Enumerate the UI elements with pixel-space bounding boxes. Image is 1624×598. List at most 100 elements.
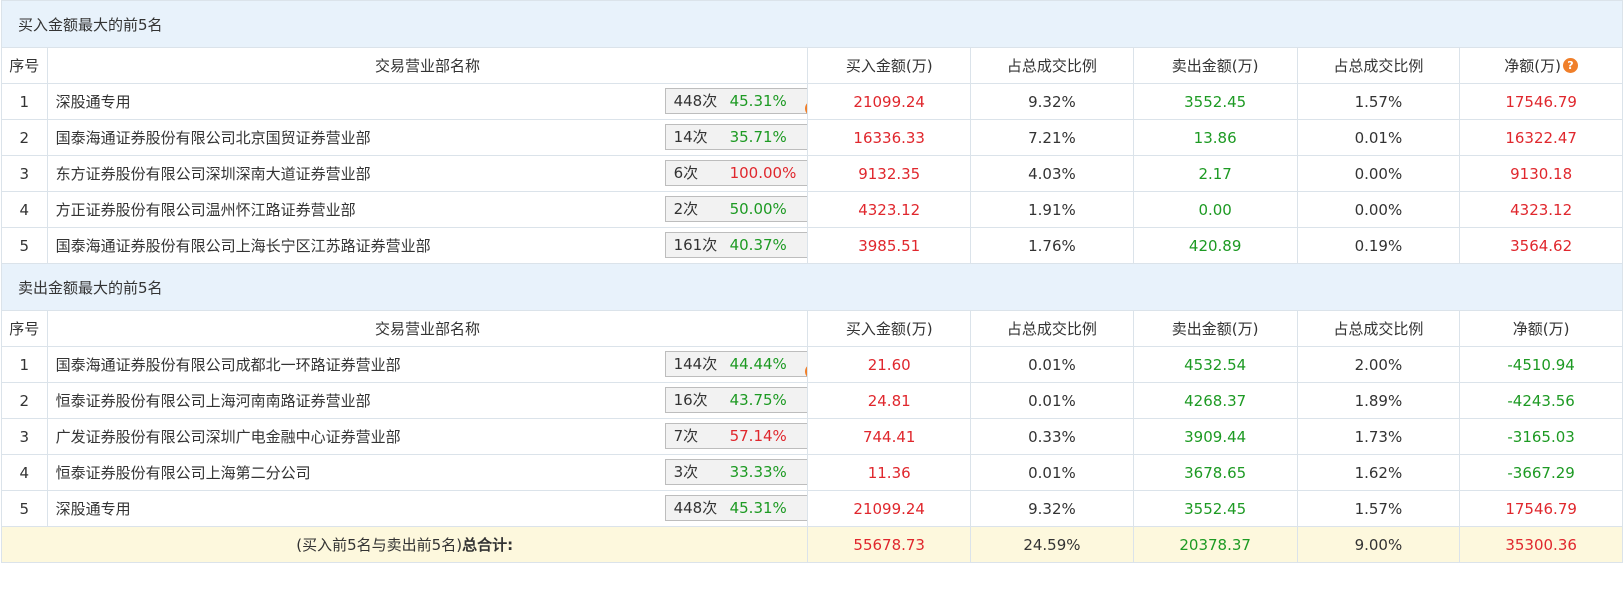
win-rate: 33.33% [729, 463, 787, 481]
column-header: 序号 [1, 310, 48, 347]
broker-ranking-table: 买入金额最大的前5名 序号 交易营业部名称 买入金额(万) 占总成交比例 卖出金额(万) 占… [0, 0, 1623, 563]
broker-stats-badge[interactable]: 14次 35.71% [664, 124, 807, 150]
question-mark-icon[interactable]: ? [1562, 58, 1578, 73]
broker-stats-badge[interactable]: 448次 45.31% [664, 495, 807, 521]
net-amount: -4243.56 [1459, 382, 1623, 419]
column-header: 卖出金额(万) [1132, 310, 1298, 347]
total-label: (买入前5名与卖出前5名)总合计: [0, 526, 809, 563]
broker-name[interactable]: 方正证券股份有限公司温州怀江路证券营业部 [56, 199, 356, 220]
broker-name[interactable]: 恒泰证券股份有限公司上海河南南路证券营业部 [56, 390, 371, 411]
sell-amount: 4268.37 [1132, 382, 1298, 419]
broker-name[interactable]: 国泰海通证券股份有限公司成都北一环路证券营业部 [56, 354, 401, 375]
question-mark-icon[interactable]: ? [804, 95, 807, 119]
win-rate: 45.31% [729, 92, 787, 110]
question-mark-icon[interactable]: ? [804, 358, 807, 382]
column-header: 序号 [1, 47, 48, 84]
row-index: 4 [1, 454, 48, 491]
broker-name-cell: 国泰海通证券股份有限公司成都北一环路证券营业部 144次 44.44%? [46, 346, 809, 383]
broker-stats-badge[interactable]: 16次 43.75% [664, 387, 807, 413]
buy-section-title: 买入金额最大的前5名 [1, 0, 1623, 48]
net-amount: -3165.03 [1459, 418, 1623, 455]
net-amount: 16322.47 [1459, 119, 1623, 156]
listing-count: 14次 [673, 128, 708, 146]
broker-name[interactable]: 深股通专用 [56, 498, 131, 519]
broker-name[interactable]: 广发证券股份有限公司深圳广电金融中心证券营业部 [56, 426, 401, 447]
buy-ratio: 0.33% [970, 418, 1134, 455]
sell-ratio: 1.89% [1296, 382, 1461, 419]
row-index: 3 [1, 155, 48, 192]
buy-ratio: 4.03% [970, 155, 1134, 192]
listing-count: 3次 [673, 463, 699, 481]
win-rate: 50.00% [729, 200, 787, 218]
broker-stats-badge[interactable]: 144次 44.44%? [664, 351, 807, 379]
broker-name-cell: 深股通专用 448次 45.31%? [46, 83, 809, 120]
broker-stats-badge[interactable]: 7次 57.14% [664, 423, 807, 449]
sell-ratio: 2.00% [1296, 346, 1461, 383]
broker-name[interactable]: 国泰海通证券股份有限公司北京国贸证券营业部 [56, 127, 371, 148]
net-amount: -3667.29 [1459, 454, 1623, 491]
column-header: 交易营业部名称 [46, 47, 809, 84]
buy-amount: 11.36 [807, 454, 972, 491]
sell-amount: 3552.45 [1132, 83, 1298, 120]
row-index: 3 [1, 418, 48, 455]
broker-stats-badge[interactable]: 6次 100.00% [664, 160, 807, 186]
sell-ratio: 0.19% [1296, 227, 1461, 264]
table-row: 5 深股通专用 448次 45.31% 21099.24 9.32% 3552.45 1.57… [1, 490, 1623, 527]
sell-section-title-row: 卖出金额最大的前5名 [1, 263, 1623, 311]
table-row: 1 国泰海通证券股份有限公司成都北一环路证券营业部 144次 44.44%?21.60… [1, 346, 1623, 383]
sell-ratio: 0.01% [1296, 119, 1461, 156]
listing-count: 144次 [673, 355, 718, 373]
broker-stats-badge[interactable]: 161次 40.37% [664, 232, 807, 258]
column-header: 占总成交比例 [1296, 47, 1461, 84]
buy-ratio: 1.91% [970, 191, 1134, 228]
broker-name-cell: 恒泰证券股份有限公司上海第二分公司 3次 33.33% [46, 454, 809, 491]
broker-name[interactable]: 东方证券股份有限公司深圳深南大道证券营业部 [56, 163, 371, 184]
broker-stats-badge[interactable]: 2次 50.00% [664, 196, 807, 222]
sell-ratio: 1.62% [1296, 454, 1461, 491]
table-row: 4 恒泰证券股份有限公司上海第二分公司 3次 33.33% 11.36 0.01% 3678… [1, 454, 1623, 491]
broker-stats-badge[interactable]: 448次 45.31%? [664, 88, 807, 116]
broker-name[interactable]: 深股通专用 [56, 91, 131, 112]
sell-amount: 3552.45 [1132, 490, 1298, 527]
listing-count: 448次 [673, 499, 718, 517]
broker-name-cell: 广发证券股份有限公司深圳广电金融中心证券营业部 7次 57.14% [46, 418, 809, 455]
broker-name-cell: 国泰海通证券股份有限公司北京国贸证券营业部 14次 35.71% [46, 119, 809, 156]
buy-amount: 4323.12 [807, 191, 972, 228]
table-row: 5 国泰海通证券股份有限公司上海长宁区江苏路证券营业部 161次 40.37% 3985… [1, 227, 1623, 264]
net-amount: 17546.79 [1459, 83, 1623, 120]
win-rate: 45.31% [729, 499, 787, 517]
table-row: 3 东方证券股份有限公司深圳深南大道证券营业部 6次 100.00% 9132.35 4.… [1, 155, 1623, 192]
buy-ratio: 1.76% [970, 227, 1134, 264]
broker-stats-badge[interactable]: 3次 33.33% [664, 459, 807, 485]
total-label-text: 总合计: [462, 536, 514, 554]
total-buy-ratio: 24.59% [970, 526, 1134, 563]
win-rate: 43.75% [729, 391, 787, 409]
column-header: 交易营业部名称 [46, 310, 809, 347]
net-amount: 9130.18 [1459, 155, 1623, 192]
buy-amount: 9132.35 [807, 155, 972, 192]
column-header: 占总成交比例 [970, 47, 1134, 84]
column-header: 买入金额(万) [807, 47, 972, 84]
table-row: 4 方正证券股份有限公司温州怀江路证券营业部 2次 50.00% 4323.12 1.91… [1, 191, 1623, 228]
column-header: 占总成交比例 [1296, 310, 1461, 347]
column-header: 占总成交比例 [970, 310, 1134, 347]
buy-ratio: 0.01% [970, 382, 1134, 419]
table-row: 1 深股通专用 448次 45.31%?21099.249.32%3552.451.5… [1, 83, 1623, 120]
broker-name[interactable]: 国泰海通证券股份有限公司上海长宁区江苏路证券营业部 [56, 235, 431, 256]
broker-name[interactable]: 恒泰证券股份有限公司上海第二分公司 [56, 462, 311, 483]
row-index: 2 [1, 119, 48, 156]
row-index: 2 [1, 382, 48, 419]
table-row: 2 恒泰证券股份有限公司上海河南南路证券营业部 16次 43.75% 24.81 0.01… [1, 382, 1623, 419]
win-rate: 35.71% [729, 128, 787, 146]
row-index: 4 [1, 191, 48, 228]
column-header: 卖出金额(万) [1132, 47, 1298, 84]
buy-section-title-row: 买入金额最大的前5名 [1, 0, 1623, 48]
buy-header-row: 序号 交易营业部名称 买入金额(万) 占总成交比例 卖出金额(万) 占总成交比例 净额(万)… [1, 47, 1623, 84]
listing-count: 16次 [673, 391, 708, 409]
sell-amount: 0.00 [1132, 191, 1298, 228]
buy-amount: 21099.24 [807, 83, 972, 120]
total-row: (买入前5名与卖出前5名)总合计: 55678.73 24.59% 20378.37 9… [0, 526, 1623, 563]
win-rate: 44.44% [729, 355, 787, 373]
net-amount: 4323.12 [1459, 191, 1623, 228]
total-sell-ratio: 9.00% [1296, 526, 1461, 563]
